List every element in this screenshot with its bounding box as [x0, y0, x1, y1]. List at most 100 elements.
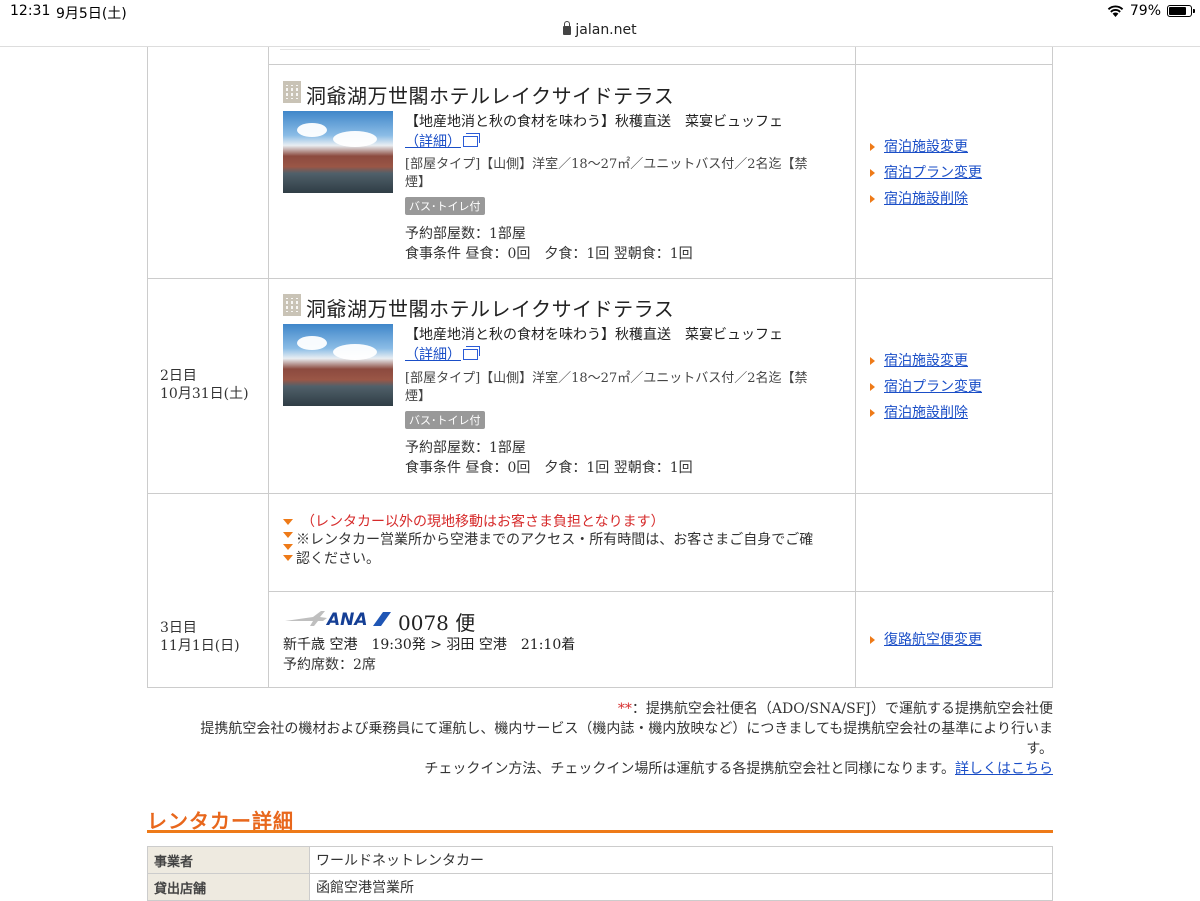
triangle-icon — [283, 544, 293, 550]
meal-conditions: 食事条件 昼食：0回 夕食：1回 翌朝食：1回 — [405, 246, 693, 262]
reservation-info: 予約部屋数：1部屋 食事条件 昼食：0回 夕食：1回 翌朝食：1回 — [405, 438, 693, 478]
new-window-icon[interactable] — [463, 133, 480, 147]
photo-cloud — [333, 344, 377, 360]
meal-conditions: 食事条件 昼食：0回 夕食：1回 翌朝食：1回 — [405, 460, 693, 476]
room-type-line: [部屋タイプ]【山側】洋室／18〜27㎡／ユニットバス付／2名迄【禁 — [405, 157, 808, 172]
details-link[interactable]: 詳しくはこちら — [955, 761, 1053, 777]
row-label: 事業者 — [147, 846, 310, 874]
building-icon — [283, 81, 301, 103]
divider — [147, 687, 1053, 688]
status-time: 12:31 — [10, 3, 51, 19]
room-type-line: [部屋タイプ]【山側】洋室／18〜27㎡／ユニットバス付／2名迄【禁 — [405, 371, 808, 386]
delete-hotel-link[interactable]: 宿泊施設削除 — [870, 403, 982, 429]
notice-line: 認ください。 — [296, 551, 380, 567]
day-3-label: 3日目 11月1日(日) — [160, 619, 240, 655]
plan-detail-link[interactable]: （詳細） — [405, 347, 461, 363]
room-count: 予約部屋数：1部屋 — [405, 226, 526, 242]
note-line: す。 — [1026, 741, 1053, 757]
action-cell: 復路航空便変更 — [855, 494, 1053, 688]
notice-line: ※レンタカー営業所から空港までのアクセス・所有時間は、お客さまご自身でご確 — [296, 532, 814, 548]
plan-detail-link[interactable]: （詳細） — [405, 134, 461, 150]
delete-hotel-link[interactable]: 宿泊施設削除 — [870, 189, 982, 215]
status-right: 79% — [1107, 3, 1195, 19]
building-icon — [283, 294, 301, 316]
action-cell — [855, 47, 1052, 64]
seat-count: 予約席数：2席 — [283, 657, 376, 673]
day-number: 3日目 — [160, 620, 197, 636]
battery-icon — [1167, 5, 1195, 17]
bath-toilet-badge: バス･トイレ付 — [405, 411, 485, 429]
day-number: 2日目 — [160, 368, 197, 384]
hotel-actions: 宿泊施設変更 宿泊プラン変更 宿泊施設削除 — [870, 137, 982, 215]
status-date: 9月5日(土) — [56, 6, 127, 22]
rental-car-table: 事業者 ワールドネットレンタカー 貸出店舗 函館空港営業所 — [147, 846, 1053, 901]
triangle-icon — [283, 519, 293, 525]
bath-toilet-badge: バス･トイレ付 — [405, 197, 485, 215]
table-row-partial — [147, 47, 1053, 64]
hotel-name[interactable]: 洞爺湖万世閣ホテルレイクサイドテラス — [306, 80, 674, 109]
plan-title: 【地産地消と秋の食材を味わう】秋穫直送 菜宴ビュッフェ （詳細） — [405, 112, 835, 152]
partner-airline-note: **：提携航空会社便名（ADO/SNA/SFJ）で運航する提携航空会社便 — [147, 698, 1053, 718]
plan-title: 【地産地消と秋の食材を味わう】秋穫直送 菜宴ビュッフェ （詳細） — [405, 325, 835, 365]
day-cell: 3日目 11月1日(日) — [148, 494, 269, 688]
note-line: 提携航空会社の機材および乗務員にて運航し、機内サービス（機内誌・機内放映など）に… — [200, 721, 1053, 737]
room-type: [部屋タイプ]【山側】洋室／18〜27㎡／ユニットバス付／2名迄【禁 煙】 — [405, 156, 835, 192]
room-type-line: 煙】 — [405, 175, 432, 190]
status-bar: 12:31 9月5日(土) 79% — [0, 0, 1200, 22]
row-value: 函館空港営業所 — [309, 873, 1053, 901]
hotel-photo[interactable] — [283, 111, 393, 193]
wifi-icon — [1107, 5, 1124, 17]
flight-number: 0078 便 — [398, 611, 476, 635]
flight-actions: 復路航空便変更 — [870, 630, 982, 656]
change-return-flight-link[interactable]: 復路航空便変更 — [870, 630, 982, 656]
day-2-label: 2日目 10月31日(土) — [160, 367, 249, 403]
table-row: 事業者 ワールドネットレンタカー — [147, 846, 1053, 874]
table-row-day-3: 3日目 11月1日(日) （レンタカー以外の現地移動はお客さま負担となります） … — [147, 494, 1054, 688]
reservation-info: 予約部屋数：1部屋 食事条件 昼食：0回 夕食：1回 翌朝食：1回 — [405, 224, 693, 264]
url-text: jalan.net — [575, 22, 637, 38]
room-count: 予約部屋数：1部屋 — [405, 440, 526, 456]
table-row: 貸出店舗 函館空港営業所 — [147, 873, 1053, 901]
flight-route: 新千歳 空港 19:30発 > 羽田 空港 21:10着 — [283, 637, 576, 653]
photo-cloud — [333, 131, 377, 147]
triangle-icon — [283, 555, 293, 561]
notice-alert: （レンタカー以外の現地移動はお客さま負担となります） — [301, 514, 665, 530]
section-underline — [147, 830, 1053, 833]
lock-icon — [563, 21, 572, 35]
day-cell — [148, 64, 269, 279]
divider — [280, 49, 430, 50]
action-cell: 宿泊施設変更 宿泊プラン変更 宿泊施設削除 — [855, 64, 1052, 279]
battery-level — [1169, 7, 1186, 15]
hotel-name[interactable]: 洞爺湖万世閣ホテルレイクサイドテラス — [306, 293, 674, 322]
notice-text: ※レンタカー営業所から空港までのアクセス・所有時間は、お客さまご自身でご確 認く… — [296, 531, 813, 569]
plan-name: 【地産地消と秋の食材を味わう】秋穫直送 菜宴ビュッフェ — [405, 114, 783, 130]
day-date: 10月31日(土) — [160, 386, 249, 402]
action-cell: 宿泊施設変更 宿泊プラン変更 宿泊施設削除 — [855, 279, 1052, 493]
change-plan-link[interactable]: 宿泊プラン変更 — [870, 163, 982, 189]
row-label: 貸出店舗 — [147, 873, 310, 901]
airline-name: ANA — [325, 610, 368, 629]
new-window-icon[interactable] — [463, 346, 480, 360]
photo-cloud — [297, 336, 327, 350]
battery-percent: 79% — [1129, 3, 1161, 19]
triangle-icon — [283, 532, 293, 538]
table-row-hotel-2: 2日目 10月31日(土) 洞爺湖万世閣ホテルレイクサイドテラス 【地産地消と秋… — [147, 279, 1053, 493]
hotel-photo[interactable] — [283, 324, 393, 406]
ana-logo-icon: ANA — [285, 610, 391, 629]
change-hotel-link[interactable]: 宿泊施設変更 — [870, 351, 982, 377]
plan-name: 【地産地消と秋の食材を味わう】秋穫直送 菜宴ビュッフェ — [405, 327, 783, 343]
row-value: ワールドネットレンタカー — [309, 846, 1053, 874]
address-bar[interactable]: jalan.net — [0, 21, 1200, 46]
divider — [856, 591, 1053, 592]
day-date: 11月1日(日) — [160, 638, 240, 654]
change-hotel-link[interactable]: 宿泊施設変更 — [870, 137, 982, 163]
note-line: ：提携航空会社便名（ADO/SNA/SFJ）で運航する提携航空会社便 — [631, 701, 1053, 717]
table-row-hotel-1: 洞爺湖万世閣ホテルレイクサイドテラス 【地産地消と秋の食材を味わう】秋穫直送 菜… — [147, 64, 1053, 279]
checkin-note: チェックイン方法、チェックイン場所は運航する各提携航空会社と同様になります。詳し… — [147, 758, 1053, 778]
photo-cloud — [297, 123, 327, 137]
day-cell: 2日目 10月31日(土) — [148, 279, 269, 493]
room-type: [部屋タイプ]【山側】洋室／18〜27㎡／ユニットバス付／2名迄【禁 煙】 — [405, 370, 835, 406]
change-plan-link[interactable]: 宿泊プラン変更 — [870, 377, 982, 403]
hotel-actions: 宿泊施設変更 宿泊プラン変更 宿泊施設削除 — [870, 351, 982, 429]
note-mark: ** — [617, 701, 632, 717]
